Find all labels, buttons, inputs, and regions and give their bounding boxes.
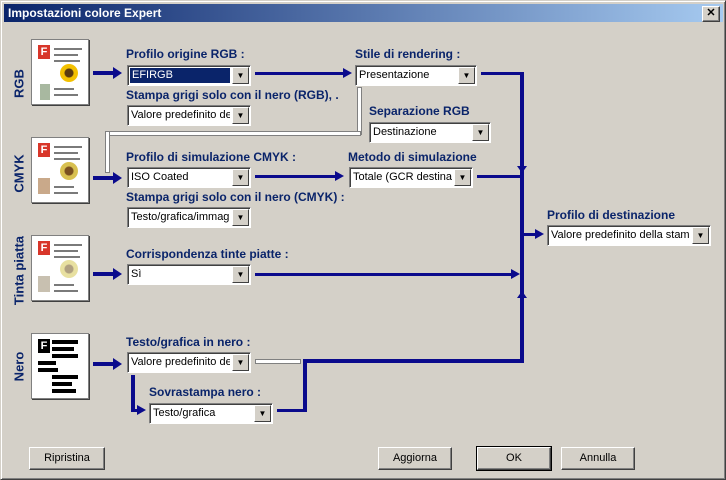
flow-arrow-icon — [511, 269, 520, 279]
efi-logo-icon: F — [38, 241, 50, 255]
cmyk-gray-value: Testo/grafica/immagi — [131, 211, 230, 223]
nero-preview-image: F — [31, 333, 89, 399]
rgb-separation-label: Separazione RGB — [369, 104, 470, 118]
efi-logo-icon: F — [38, 143, 50, 157]
sunflower-icon — [60, 162, 78, 180]
dialog-window: Impostazioni colore Expert ✕ RGB CMYK Ti… — [0, 0, 726, 480]
overprint-value: Testo/grafica — [153, 407, 216, 419]
overprint-label: Sovrastampa nero : — [149, 385, 262, 399]
chevron-down-icon[interactable]: ▼ — [454, 169, 471, 186]
chevron-down-icon[interactable]: ▼ — [232, 107, 249, 124]
window-title: Impostazioni colore Expert — [8, 6, 162, 20]
black-text-select[interactable]: Valore predefinito dell ▼ — [127, 352, 251, 373]
cmyk-gray-label: Stampa grigi solo con il nero (CMYK) : — [126, 190, 345, 204]
photo-icon — [38, 276, 50, 292]
ok-button-label: OK — [506, 452, 522, 464]
cmyk-profile-select[interactable]: ISO Coated ▼ — [127, 167, 251, 188]
ok-button[interactable]: OK — [476, 446, 552, 471]
flow-arrow-icon — [113, 67, 122, 79]
section-label-tinta: Tinta piatta — [11, 235, 27, 306]
flow-arrow-icon — [113, 268, 122, 280]
destination-select[interactable]: Valore predefinito della stampa ▼ — [547, 225, 711, 246]
rgb-gray-select[interactable]: Valore predefinito dell ▼ — [127, 105, 251, 126]
sunflower-icon — [60, 64, 78, 82]
chevron-down-icon[interactable]: ▼ — [232, 67, 249, 84]
rgb-gray-label: Stampa grigi solo con il nero (RGB), . — [126, 88, 339, 102]
chevron-down-icon[interactable]: ▼ — [232, 266, 249, 283]
photo-icon — [40, 84, 50, 100]
efi-logo-icon: F — [38, 339, 50, 353]
sunflower-icon — [60, 260, 78, 278]
cancel-button[interactable]: Annulla — [561, 447, 635, 470]
chevron-down-icon[interactable]: ▼ — [232, 354, 249, 371]
spot-color-label: Corrispondenza tinte piatte : — [126, 247, 289, 261]
close-button[interactable]: ✕ — [702, 6, 720, 22]
simulation-method-value: Totale (GCR destinaz — [353, 171, 452, 183]
close-icon[interactable]: ✕ — [706, 7, 715, 19]
rgb-profile-select[interactable]: EFIRGB ▼ — [127, 65, 251, 86]
flow-arrow-icon — [343, 68, 352, 78]
black-text-label: Testo/grafica in nero : — [126, 335, 251, 349]
cmyk-gray-select[interactable]: Testo/grafica/immagi ▼ — [127, 207, 251, 228]
reset-button[interactable]: Ripristina — [29, 447, 105, 470]
update-button-label: Aggiorna — [392, 452, 438, 464]
destination-label: Profilo di destinazione — [547, 208, 676, 222]
chevron-down-icon[interactable]: ▼ — [692, 227, 709, 244]
rendering-value: Presentazione — [359, 69, 430, 81]
rgb-profile-value: EFIRGB — [130, 68, 230, 83]
chevron-down-icon[interactable]: ▼ — [232, 209, 249, 226]
destination-value: Valore predefinito della stampa — [551, 229, 690, 241]
cancel-button-label: Annulla — [579, 452, 617, 464]
chevron-down-icon[interactable]: ▼ — [458, 67, 475, 84]
tinta-preview-image: F — [31, 235, 89, 301]
flow-arrow-icon — [113, 172, 122, 184]
rgb-profile-label: Profilo origine RGB : — [126, 47, 245, 61]
title-bar: Impostazioni colore Expert ✕ — [4, 4, 723, 22]
rgb-separation-value: Destinazione — [373, 126, 437, 138]
flow-arrow-icon — [517, 291, 527, 298]
rgb-gray-value: Valore predefinito dell — [131, 109, 230, 121]
rgb-preview-image: F — [31, 39, 89, 105]
cmyk-profile-label: Profilo di simulazione CMYK : — [126, 150, 297, 164]
rendering-label: Stile di rendering : — [355, 47, 461, 61]
black-text-value: Valore predefinito dell — [131, 356, 230, 368]
rendering-select[interactable]: Presentazione ▼ — [355, 65, 477, 86]
update-button[interactable]: Aggiorna — [378, 447, 452, 470]
spot-color-value: Sì — [131, 268, 142, 280]
spot-color-select[interactable]: Sì ▼ — [127, 264, 251, 285]
flow-arrow-icon — [335, 171, 344, 181]
section-label-cmyk: CMYK — [11, 154, 27, 193]
section-label-rgb: RGB — [11, 69, 27, 98]
overprint-select[interactable]: Testo/grafica ▼ — [149, 403, 273, 424]
photo-icon — [38, 178, 50, 194]
flow-arrow-icon — [535, 229, 544, 239]
efi-logo-icon: F — [38, 45, 50, 59]
section-label-nero: Nero — [11, 351, 27, 382]
rgb-separation-select[interactable]: Destinazione ▼ — [369, 122, 491, 143]
chevron-down-icon[interactable]: ▼ — [232, 169, 249, 186]
cmyk-profile-value: ISO Coated — [131, 171, 189, 183]
chevron-down-icon[interactable]: ▼ — [254, 405, 271, 422]
flow-arrow-icon — [113, 358, 122, 370]
simulation-method-select[interactable]: Totale (GCR destinaz ▼ — [349, 167, 473, 188]
flow-arrow-icon — [137, 405, 146, 415]
chevron-down-icon[interactable]: ▼ — [472, 124, 489, 141]
simulation-method-label: Metodo di simulazione — [348, 150, 477, 164]
reset-button-label: Ripristina — [44, 452, 90, 464]
cmyk-preview-image: F — [31, 137, 89, 203]
flow-arrow-icon — [517, 166, 527, 173]
